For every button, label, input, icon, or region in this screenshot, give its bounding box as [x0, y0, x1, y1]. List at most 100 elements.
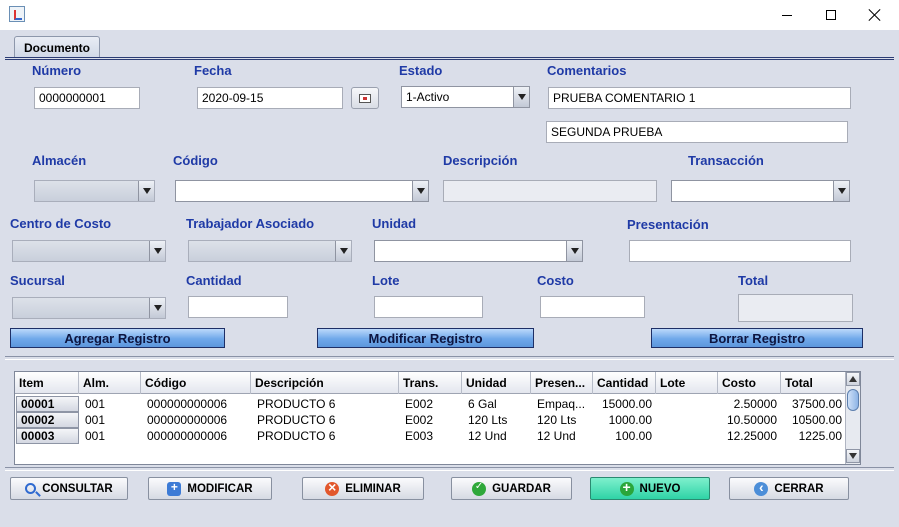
agregar-registro-button[interactable]: Agregar Registro	[10, 328, 225, 348]
table-cell	[656, 412, 718, 428]
calendar-button[interactable]	[351, 87, 379, 109]
close-button[interactable]	[853, 0, 897, 30]
table-row[interactable]: 00001 001 000000000006 PRODUCTO 6 E002 6…	[15, 396, 846, 412]
table-cell: 100.00	[615, 429, 652, 443]
nuevo-button[interactable]: NUEVO	[590, 477, 710, 500]
table-row[interactable]: 00002 001 000000000006 PRODUCTO 6 E002 1…	[15, 412, 846, 428]
comentarios-label: Comentarios	[547, 63, 627, 78]
table-cell: 12 Und	[537, 429, 576, 443]
transaccion-combo[interactable]	[671, 180, 850, 202]
chevron-down-icon[interactable]	[833, 181, 849, 201]
codigo-label: Código	[173, 153, 218, 168]
chevron-down-icon[interactable]	[138, 181, 154, 201]
chevron-down-icon[interactable]	[335, 241, 351, 261]
nuevo-label: NUEVO	[639, 482, 681, 495]
items-table[interactable]: Item Alm. Código Descripción Trans. Unid…	[14, 371, 861, 465]
cerrar-button[interactable]: CERRAR	[729, 477, 849, 500]
header-lote[interactable]: Lote	[656, 372, 718, 394]
estado-value: 1-Activo	[406, 90, 450, 104]
estado-combo[interactable]: 1-Activo	[401, 86, 530, 108]
delete-icon	[325, 479, 340, 496]
costo-field[interactable]	[540, 296, 645, 318]
calendar-icon	[359, 93, 371, 103]
costo-label: Costo	[537, 273, 574, 288]
cantidad-field[interactable]	[188, 296, 288, 318]
search-icon	[25, 483, 37, 494]
header-alm[interactable]: Alm.	[79, 372, 141, 394]
table-cell: 1000.00	[608, 413, 652, 427]
eliminar-button[interactable]: ELIMINAR	[302, 477, 424, 500]
header-unidad[interactable]: Unidad	[462, 372, 531, 394]
descripcion-field[interactable]	[443, 180, 657, 202]
table-cell: 001	[85, 413, 106, 427]
tab-underline	[5, 57, 894, 60]
fecha-field[interactable]: 2020-09-15	[197, 87, 343, 109]
modificar-button[interactable]: MODIFICAR	[148, 477, 272, 500]
header-trans[interactable]: Trans.	[399, 372, 462, 394]
scroll-down-button[interactable]	[846, 449, 860, 463]
table-row[interactable]: 00003 001 000000000006 PRODUCTO 6 E003 1…	[15, 428, 846, 444]
header-codigo[interactable]: Código	[141, 372, 251, 394]
row-header-cell[interactable]: 00002	[16, 412, 79, 428]
separator	[5, 356, 894, 360]
transaccion-label: Transacción	[688, 153, 764, 168]
edit-icon	[167, 480, 182, 496]
table-cell: 12 Und	[468, 429, 507, 443]
chevron-down-icon[interactable]	[149, 298, 165, 318]
modificar-registro-button[interactable]: Modificar Registro	[317, 328, 534, 348]
chevron-down-icon[interactable]	[513, 87, 529, 107]
presentacion-label: Presentación	[627, 217, 709, 232]
chevron-down-icon[interactable]	[566, 241, 582, 261]
unidad-combo[interactable]	[374, 240, 583, 262]
minimize-button[interactable]	[765, 0, 809, 30]
consultar-button[interactable]: CONSULTAR	[10, 477, 128, 500]
table-cell: 000000000006	[147, 429, 228, 443]
maximize-button[interactable]	[809, 0, 853, 30]
numero-field[interactable]: 0000000001	[34, 87, 140, 109]
trabajador-combo[interactable]	[188, 240, 352, 262]
header-costo[interactable]: Costo	[718, 372, 781, 394]
header-total[interactable]: Total	[781, 372, 846, 394]
eliminar-label: ELIMINAR	[345, 482, 401, 495]
table-header: Item Alm. Código Descripción Trans. Unid…	[15, 372, 846, 394]
sucursal-label: Sucursal	[10, 273, 65, 288]
scroll-up-button[interactable]	[846, 372, 860, 386]
guardar-label: GUARDAR	[492, 482, 551, 495]
table-cell: 001	[85, 397, 106, 411]
presentacion-field[interactable]	[629, 240, 851, 262]
table-cell: 10.50000	[726, 413, 777, 427]
guardar-button[interactable]: GUARDAR	[451, 477, 572, 500]
arrow-up-icon	[849, 376, 857, 382]
centro-costo-combo[interactable]	[12, 240, 166, 262]
minimize-icon	[782, 14, 792, 16]
table-cell: 37500.00	[791, 397, 842, 411]
table-cell: 6 Gal	[468, 397, 497, 411]
almacen-combo[interactable]	[34, 180, 155, 202]
sucursal-combo[interactable]	[12, 297, 166, 319]
chevron-down-icon[interactable]	[412, 181, 428, 201]
consultar-label: CONSULTAR	[42, 482, 113, 495]
scroll-thumb[interactable]	[847, 389, 859, 411]
modificar-label: MODIFICAR	[187, 482, 253, 495]
header-item[interactable]: Item	[15, 372, 79, 394]
chevron-down-icon[interactable]	[149, 241, 165, 261]
comentario-1-field[interactable]: PRUEBA COMENTARIO 1	[548, 87, 851, 109]
comentario-2-field[interactable]: SEGUNDA PRUEBA	[546, 121, 848, 143]
header-cantidad[interactable]: Cantidad	[593, 372, 656, 394]
table-cell: PRODUCTO 6	[257, 413, 336, 427]
row-header-cell[interactable]: 00003	[16, 428, 79, 444]
borrar-registro-button[interactable]: Borrar Registro	[651, 328, 863, 348]
codigo-combo[interactable]	[175, 180, 429, 202]
lote-field[interactable]	[374, 296, 483, 318]
row-header-cell[interactable]: 00001	[16, 396, 79, 412]
tab-documento[interactable]: Documento	[14, 36, 100, 58]
table-cell: 000000000006	[147, 413, 228, 427]
fecha-label: Fecha	[194, 63, 232, 78]
table-cell	[656, 428, 718, 444]
separator	[5, 467, 894, 471]
table-scrollbar[interactable]	[845, 372, 860, 464]
header-descripcion[interactable]: Descripción	[251, 372, 399, 394]
table-cell: 10500.00	[791, 413, 842, 427]
header-presentacion[interactable]: Presen...	[531, 372, 593, 394]
table-cell: E002	[405, 397, 434, 411]
